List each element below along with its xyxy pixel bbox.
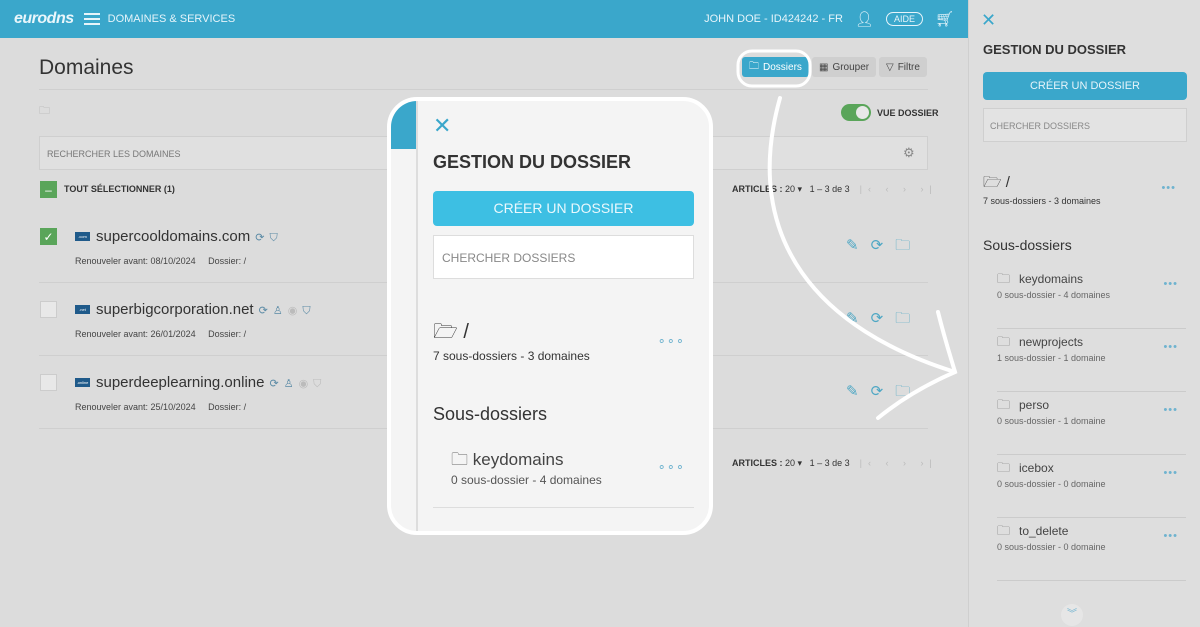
arrow-curve: [767, 96, 957, 374]
highlight-ring: [736, 49, 812, 88]
annotation-overlay: [736, 49, 958, 420]
arrow-head: [876, 310, 958, 420]
